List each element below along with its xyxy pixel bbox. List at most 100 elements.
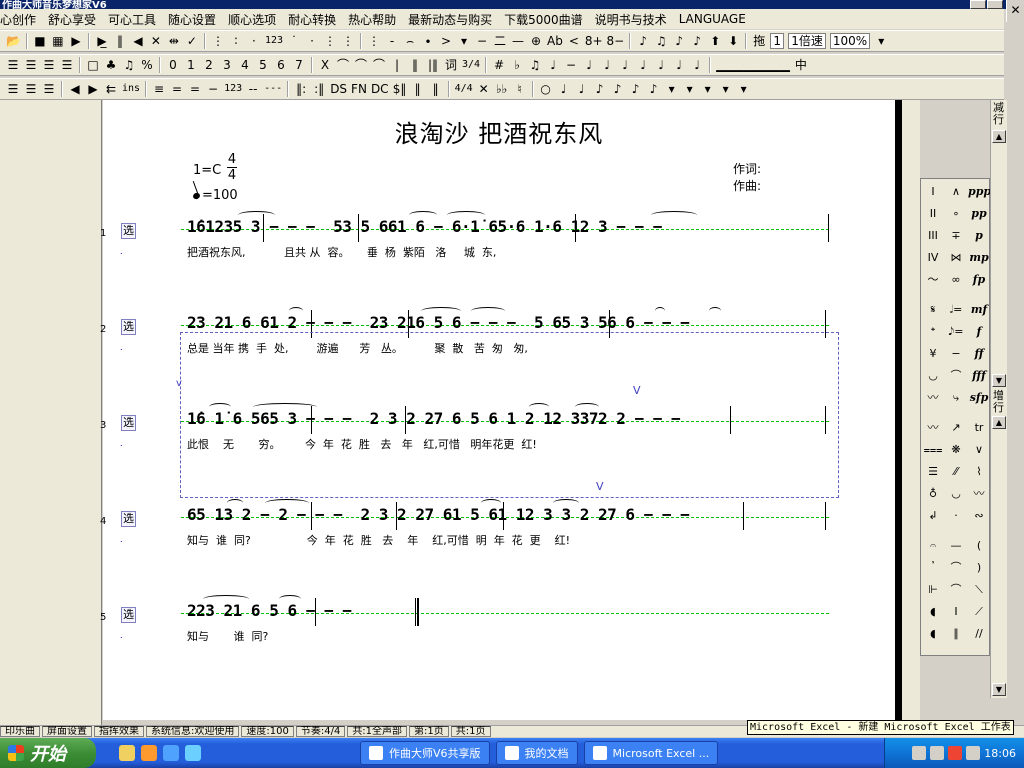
toolbar-button[interactable]: = — [188, 80, 202, 98]
palette-symbol[interactable]: IV — [922, 247, 944, 269]
toolbar-button[interactable]: --- — [264, 80, 282, 98]
toolbar-button[interactable]: · — [247, 32, 261, 50]
palette-symbol[interactable]: ◖ — [922, 623, 944, 645]
menu-item[interactable]: 下载5000曲谱 — [498, 11, 589, 28]
palette-symbol[interactable]: mf — [968, 299, 990, 321]
toolbar-button[interactable]: ♪ — [636, 32, 650, 50]
palette-symbol[interactable]: ⋈ — [945, 247, 967, 269]
toolbar-button[interactable]: ▶̲ — [95, 32, 109, 50]
palette-symbol[interactable]: // — [968, 623, 990, 645]
toolbar-button[interactable]: - — [385, 32, 399, 50]
palette-symbol[interactable]: pp — [968, 203, 990, 225]
toolbar-button[interactable]: − — [206, 80, 220, 98]
toolbar-button[interactable]: ♩ — [546, 56, 560, 74]
toolbar-button[interactable]: 3/4 — [462, 56, 480, 74]
toolbar-button[interactable]: ‖ — [113, 32, 127, 50]
lyricist-label[interactable]: 作词: — [733, 160, 761, 177]
toolbar-button[interactable]: · — [305, 32, 319, 50]
palette-symbol[interactable]: ⁄⁄ — [945, 461, 967, 483]
palette-symbol[interactable]: 〰 — [922, 387, 944, 409]
palette-symbol[interactable]: 〜 — [922, 269, 944, 291]
toolbar-button[interactable]: ∶ — [229, 32, 243, 50]
palette-symbol[interactable]: ↲ — [922, 505, 944, 527]
toolbar-button[interactable]: ○ — [539, 80, 553, 98]
toolbar-button[interactable]: 二 — [493, 32, 507, 50]
palette-symbol[interactable]: 〰 — [968, 483, 990, 505]
toolbar-button[interactable]: ♫ — [528, 56, 542, 74]
toolbar-button[interactable]: ♪ — [629, 80, 643, 98]
toolbar-button[interactable]: − — [564, 56, 578, 74]
palette-symbol[interactable]: fff — [968, 365, 990, 387]
toolbar-button[interactable]: ⌢ — [403, 32, 417, 50]
align-center-button[interactable]: 中 — [794, 56, 808, 74]
vertical-scrollbar[interactable]: 减行 ▲ ▼ 增行 ▲ ▼ — [990, 100, 1007, 698]
toolbar-button[interactable]: 词 — [444, 56, 458, 74]
menu-item[interactable]: LANGUAGE — [673, 12, 752, 26]
palette-symbol[interactable]: ⩶ — [922, 439, 944, 461]
toolbar-button[interactable]: 1 — [184, 56, 198, 74]
palette-symbol[interactable]: ppp — [968, 181, 991, 203]
toolbar-button[interactable]: ▾ — [719, 80, 733, 98]
toolbar-button[interactable]: ◀ — [68, 80, 82, 98]
palette-symbol[interactable]: ↗ — [945, 417, 967, 439]
toolbar-button[interactable]: = — [170, 80, 184, 98]
toolbar-button[interactable]: FN — [351, 80, 367, 98]
lyrics-line[interactable]: 把酒祝东风, 且共 从 容。 垂 杨 紫陌 洛 城 东, — [187, 244, 496, 260]
menu-item[interactable]: 顺心选项 — [222, 11, 282, 28]
toolbar-button[interactable]: ♪ — [611, 80, 625, 98]
toolbar-button[interactable]: ♭♭ — [495, 80, 509, 98]
jianpu-notes[interactable]: 23 21 6 61 2 − − − 23 216 5 6 − − − 5 65… — [187, 313, 690, 332]
palette-symbol[interactable]: · — [945, 505, 967, 527]
taskbar-task[interactable]: Microsoft Excel ... — [583, 741, 719, 765]
time-signature[interactable]: 4 4 — [227, 152, 237, 183]
toolbar-button[interactable]: DC — [371, 80, 389, 98]
security-icon[interactable] — [948, 746, 963, 760]
palette-symbol[interactable]: ⟍ — [968, 579, 990, 601]
toolbar-button[interactable]: 3 — [220, 56, 234, 74]
row-select-button[interactable]: 选 — [121, 415, 136, 431]
toolbar-button[interactable]: − — [475, 32, 489, 50]
row-select-button[interactable]: 选 — [121, 223, 136, 239]
lyrics-line[interactable]: 知与 谁 同? — [187, 628, 268, 644]
menu-item[interactable]: 可心工具 — [102, 11, 162, 28]
toolbar-button[interactable]: ♩ — [672, 56, 686, 74]
toolbar-button[interactable]: ▦ — [51, 32, 65, 50]
toolbar-button[interactable]: -- — [246, 80, 260, 98]
toolbar-button[interactable]: ⬇ — [726, 32, 740, 50]
palette-symbol[interactable]: ∥ — [945, 623, 967, 645]
toolbar-button[interactable]: ♫ — [122, 56, 136, 74]
palette-symbol[interactable]: ◡ — [922, 365, 944, 387]
taskbar-task[interactable]: 我的文档 — [495, 741, 578, 765]
palette-symbol[interactable]: ♁ — [922, 483, 944, 505]
volume-icon[interactable] — [966, 746, 981, 760]
palette-symbol[interactable]: ∾ — [968, 505, 990, 527]
scroll-down-arrow[interactable]: ▼ — [992, 374, 1006, 387]
toolbar-button[interactable]: ⌒ — [354, 56, 368, 74]
toolbar-button[interactable]: ≡ — [152, 80, 166, 98]
score-row[interactable]: 4 选. 65 13 2 − 2 − − − 2 3 2 27 61 5 61 12… — [100, 494, 895, 554]
palette-symbol[interactable]: ⌒ — [945, 579, 967, 601]
toolbar-button[interactable]: ☰ — [42, 80, 56, 98]
palette-symbol[interactable]: − — [945, 343, 967, 365]
toolbar-button[interactable]: ☰ — [60, 56, 74, 74]
toolbar-button[interactable]: ⋮ — [341, 32, 355, 50]
toolbar-button[interactable]: ☰ — [6, 56, 20, 74]
remove-line-label[interactable]: 减行 — [993, 102, 1005, 126]
toolbar-button[interactable]: 0 — [166, 56, 180, 74]
toolbar-button[interactable]: 📂 — [6, 32, 21, 50]
palette-symbol[interactable]: tr — [968, 417, 990, 439]
palette-symbol[interactable]: 𝅗𝅥= — [945, 299, 967, 321]
toolbar-button[interactable]: ✕ — [477, 80, 491, 98]
toolbar-button[interactable]: ˙ — [287, 32, 301, 50]
start-button[interactable]: 开始 — [0, 738, 96, 768]
toolbar-button[interactable]: 4/4 — [455, 80, 473, 98]
toolbar-button[interactable]: ♪ — [647, 80, 661, 98]
palette-symbol[interactable]: ⌇ — [968, 461, 990, 483]
toolbar-button[interactable]: ▾ — [701, 80, 715, 98]
palette-symbol[interactable]: ⌒ — [945, 557, 967, 579]
toolbar-button[interactable]: ⋮ — [367, 32, 381, 50]
lyrics-line[interactable]: 知与 谁 同? 今 年 花 胜 去 年 红,可惜 明 年 花 更 红! — [187, 532, 570, 548]
ie-icon[interactable] — [163, 745, 179, 761]
toolbar-button[interactable]: ∙ — [421, 32, 435, 50]
palette-symbol[interactable]: ⊩ — [922, 579, 944, 601]
